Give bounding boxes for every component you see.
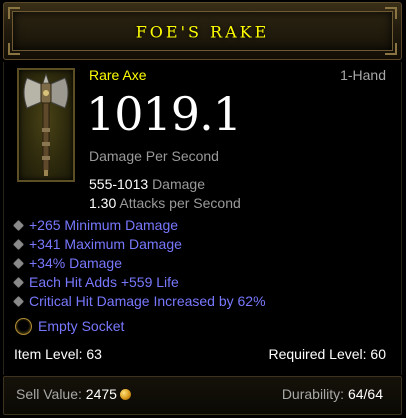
- dps-value: 1019.1: [86, 87, 242, 141]
- affix-line: +265 Minimum Damage: [13, 216, 393, 235]
- attack-speed-label: Attacks per Second: [119, 195, 241, 211]
- item-level: Item Level: 63: [14, 346, 102, 362]
- affix-bullet-icon: [13, 258, 24, 269]
- item-footer: Sell Value: 2475 Durability: 64/64: [3, 376, 402, 415]
- durability-value: 64/64: [347, 386, 383, 402]
- axe-icon: [23, 72, 69, 176]
- frame-corner-ornament: [8, 43, 20, 55]
- durability: Durability: 64/64: [282, 386, 383, 402]
- sell-value-amount: 2475: [85, 386, 117, 402]
- sell-value: Sell Value: 2475: [16, 386, 131, 402]
- socket-label: Empty Socket: [38, 318, 125, 334]
- damage-range-line: 555-1013 Damage: [89, 176, 205, 192]
- affix-text: +34% Damage: [29, 255, 123, 271]
- level-requirements-row: Item Level: 63 Required Level: 60: [14, 346, 386, 364]
- item-icon-frame: [17, 68, 75, 182]
- affix-line: +341 Maximum Damage: [13, 235, 393, 254]
- item-level-value: 63: [86, 346, 102, 362]
- affix-bullet-icon: [13, 220, 24, 231]
- item-rarity-type: Rare Axe: [89, 67, 147, 83]
- item-level-label: Item Level:: [14, 346, 83, 362]
- affix-text: Critical Hit Damage Increased by 62%: [29, 293, 266, 309]
- affix-line: Each Hit Adds +559 Life: [13, 273, 393, 292]
- required-level: Required Level: 60: [268, 346, 386, 362]
- item-title-bar: FOE'S RAKE: [3, 2, 402, 60]
- gold-coin-icon: [119, 389, 131, 400]
- socket-icon: [15, 318, 32, 335]
- frame-corner-ornament: [385, 7, 397, 19]
- affix-bullet-icon: [13, 296, 24, 307]
- item-name: FOE'S RAKE: [135, 22, 270, 42]
- required-level-label: Required Level:: [268, 346, 367, 362]
- frame-corner-ornament: [385, 43, 397, 55]
- required-level-value: 60: [370, 346, 386, 362]
- affix-line: +34% Damage: [13, 254, 393, 273]
- affix-bullet-icon: [13, 239, 24, 250]
- damage-range-label: Damage: [152, 176, 205, 192]
- item-hand-type: 1-Hand: [340, 67, 386, 83]
- affix-text: +341 Maximum Damage: [29, 236, 182, 252]
- dps-label: Damage Per Second: [89, 148, 219, 164]
- durability-label: Durability:: [281, 386, 345, 402]
- item-tooltip: FOE'S RAKE Rare Axe 1-Hand 1019.1 Damage…: [0, 0, 406, 418]
- affix-bullet-icon: [13, 277, 24, 288]
- affix-text: +265 Minimum Damage: [29, 217, 179, 233]
- affix-line: Critical Hit Damage Increased by 62%: [13, 292, 393, 311]
- attack-speed-value: 1.30: [89, 195, 117, 211]
- sell-value-label: Sell Value:: [16, 386, 82, 402]
- frame-corner-ornament: [8, 7, 20, 19]
- attack-speed-line: 1.30 Attacks per Second: [89, 195, 241, 211]
- affix-text: Each Hit Adds +559 Life: [29, 274, 179, 290]
- damage-range-value: 555-1013: [89, 176, 149, 192]
- affix-list: +265 Minimum Damage +341 Maximum Damage …: [13, 216, 393, 311]
